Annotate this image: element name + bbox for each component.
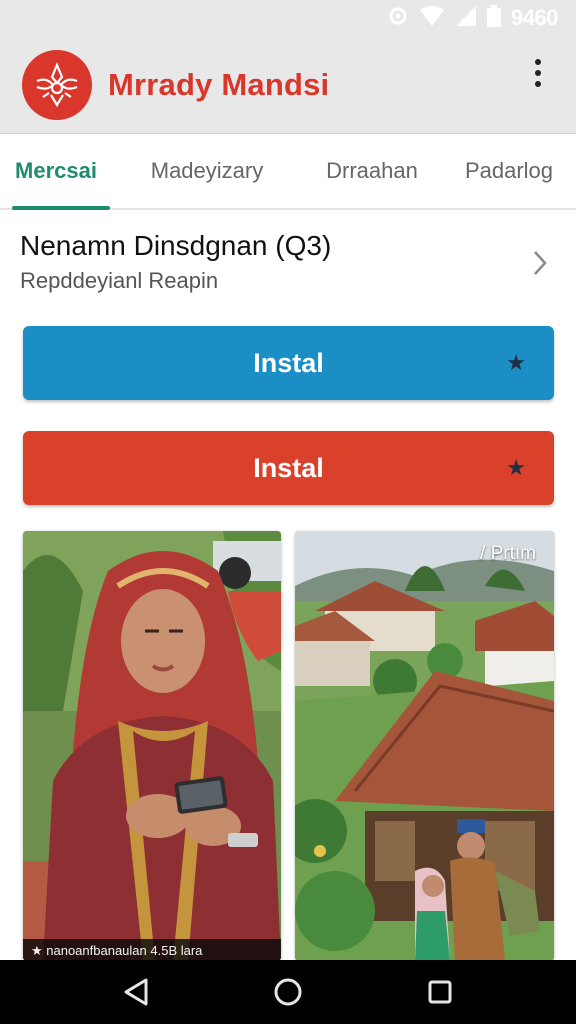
install-button-label: Instal [253,452,324,483]
tab-drraahan[interactable]: Drraahan [302,134,442,208]
star-icon: ★ [506,455,526,480]
card-tag: / Prtım [480,543,536,564]
section-title: Nenamn Dinsdgnan (Q3) [20,230,332,261]
woman-photo [23,531,281,961]
back-triangle-icon[interactable] [116,972,156,1012]
status-bar: 9460 [0,0,576,36]
recents-square-icon[interactable] [420,972,460,1012]
chevron-right-icon[interactable] [532,250,548,276]
tab-padarlog[interactable]: Padarlog [442,134,576,208]
tab-bar: Mercsai Madeyizary Drraahan Padarlog [0,134,576,210]
clock: 9460 [511,5,558,30]
battery-icon [487,4,502,32]
section-subtitle: Repddeyianl Reapin [20,268,219,293]
navigation-bar [0,960,576,1024]
media-card-village[interactable]: / Prtım [295,531,554,961]
card-caption: ★ nanoanfbanaulan 4.5B lara [23,939,281,961]
install-button-label: Instal [253,347,324,378]
install-button-primary[interactable]: Instal ★ [23,326,554,400]
tab-madeyizary[interactable]: Madeyizary [112,134,302,208]
install-button-secondary[interactable]: Instal ★ [23,431,554,505]
more-vert-icon[interactable] [526,56,550,90]
wifi-icon [419,5,445,32]
tab-mercsai[interactable]: Mercsai [0,134,112,210]
village-photo [295,531,554,961]
star-icon: ★ [506,350,526,375]
media-card-woman[interactable]: ★ nanoanfbanaulan 4.5B lara [23,531,281,961]
signal-icon [455,5,477,32]
app-title: Mrrady Mandsi [108,66,330,102]
app-bar: Mrrady Mandsi [0,36,576,134]
gear-icon [387,5,409,32]
home-circle-icon[interactable] [268,972,308,1012]
section-header[interactable]: Nenamn Dinsdgnan (Q3) Repddeyianl Reapin [20,222,556,306]
ornament-logo-icon [22,49,92,120]
